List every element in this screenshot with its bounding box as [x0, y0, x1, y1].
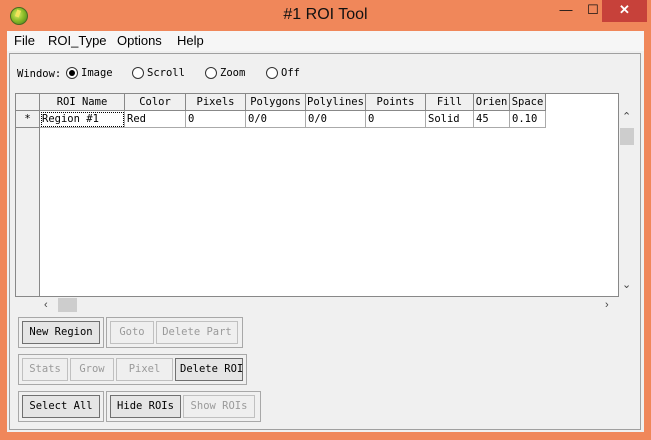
cell-pixels[interactable]: 0 — [186, 111, 246, 128]
roi-panel: Window: Image Scroll Zoom Off * ROI Name… — [9, 53, 641, 430]
pixel-button[interactable]: Pixel — [116, 358, 173, 381]
vertical-scroll-thumb[interactable] — [620, 128, 634, 145]
scroll-right-arrow-icon[interactable]: › — [605, 299, 609, 311]
radio-zoom-indicator — [205, 67, 217, 79]
radio-zoom-label: Zoom — [220, 67, 246, 79]
radio-image-indicator — [66, 67, 78, 79]
radio-image-label: Image — [81, 67, 113, 79]
col-header-orien[interactable]: Orien — [474, 94, 510, 111]
radio-scroll-label: Scroll — [147, 67, 185, 79]
select-all-button[interactable]: Select All — [22, 395, 100, 418]
cell-space[interactable]: 0.10 — [510, 111, 546, 128]
row-marker[interactable]: * — [16, 111, 39, 128]
radio-scroll-indicator — [132, 67, 144, 79]
row-header-column: * — [16, 94, 40, 296]
close-button[interactable]: ✕ — [602, 0, 647, 22]
col-header-color[interactable]: Color — [125, 94, 186, 111]
window-mode-label: Window: — [17, 68, 62, 80]
col-header-fill[interactable]: Fill — [426, 94, 474, 111]
cell-orien[interactable]: 45 — [474, 111, 510, 128]
radio-image[interactable]: Image — [66, 67, 113, 79]
menu-bar: File ROI_Type Options Help — [7, 31, 644, 51]
table-corner — [16, 94, 39, 111]
cell-polylines[interactable]: 0/0 — [306, 111, 366, 128]
scroll-up-arrow-icon[interactable]: ⌃ — [622, 111, 631, 123]
hide-rois-button[interactable]: Hide ROIs — [110, 395, 181, 418]
horizontal-scrollbar[interactable]: ‹ › — [39, 297, 619, 314]
menu-options[interactable]: Options — [117, 33, 162, 48]
goto-button[interactable]: Goto — [110, 321, 154, 344]
col-header-points[interactable]: Points — [366, 94, 426, 111]
vertical-scrollbar[interactable]: ⌃ ⌄ — [619, 93, 636, 297]
radio-off[interactable]: Off — [266, 67, 300, 79]
scroll-left-arrow-icon[interactable]: ‹ — [44, 299, 48, 311]
radio-scroll[interactable]: Scroll — [132, 67, 185, 79]
col-header-roi-name[interactable]: ROI Name — [40, 94, 125, 111]
new-region-group: New Region — [18, 317, 104, 348]
menu-file[interactable]: File — [14, 33, 35, 48]
cell-points[interactable]: 0 — [366, 111, 426, 128]
scroll-down-arrow-icon[interactable]: ⌄ — [622, 279, 631, 291]
grow-button[interactable]: Grow — [70, 358, 114, 381]
stats-group: Stats Grow Pixel Delete ROI — [18, 354, 247, 385]
horizontal-scroll-thumb[interactable] — [58, 298, 77, 312]
radio-off-indicator — [266, 67, 278, 79]
cell-polygons[interactable]: 0/0 — [246, 111, 306, 128]
select-all-group: Select All — [18, 391, 104, 422]
cell-color[interactable]: Red — [125, 111, 186, 128]
col-header-polylines[interactable]: Polylines — [306, 94, 366, 111]
stats-button[interactable]: Stats — [22, 358, 68, 381]
col-header-polygons[interactable]: Polygons — [246, 94, 306, 111]
new-region-button[interactable]: New Region — [22, 321, 100, 344]
radio-zoom[interactable]: Zoom — [205, 67, 245, 79]
col-header-space[interactable]: Space — [510, 94, 546, 111]
show-hide-group: Hide ROIs Show ROIs — [106, 391, 261, 422]
cell-fill[interactable]: Solid — [426, 111, 474, 128]
delete-part-button[interactable]: Delete Part — [156, 321, 238, 344]
delete-roi-button[interactable]: Delete ROI — [175, 358, 243, 381]
window-client-area: File ROI_Type Options Help Window: Image… — [7, 31, 644, 432]
radio-off-label: Off — [281, 67, 300, 79]
menu-help[interactable]: Help — [177, 33, 204, 48]
menu-roi-type[interactable]: ROI_Type — [48, 33, 107, 48]
col-header-pixels[interactable]: Pixels — [186, 94, 246, 111]
roi-table[interactable]: * ROI Name Color Pixels Polygons Polylin… — [15, 93, 619, 297]
title-bar: #1 ROI Tool — ☐ ✕ — [0, 0, 651, 32]
goto-delete-part-group: Goto Delete Part — [106, 317, 243, 348]
show-rois-button[interactable]: Show ROIs — [183, 395, 255, 418]
minimize-button[interactable]: — — [553, 0, 579, 22]
cell-roi-name[interactable]: Region #1 — [40, 111, 125, 128]
